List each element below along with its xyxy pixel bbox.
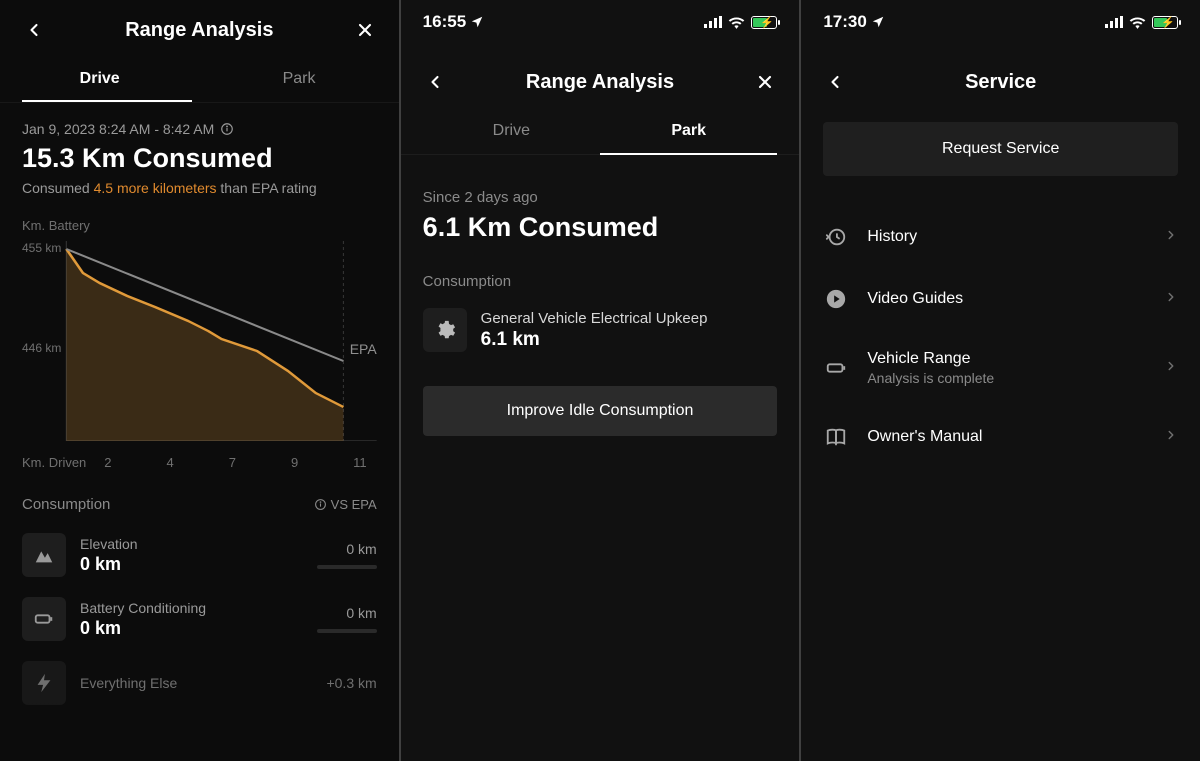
list-row-owners-manual[interactable]: Owner's Manual	[823, 406, 1178, 468]
chevron-right-icon	[1164, 290, 1178, 309]
page-title: Service	[965, 71, 1036, 94]
header: Range Analysis	[0, 0, 399, 56]
km-consumed: 15.3 Km Consumed	[22, 143, 377, 174]
book-icon	[823, 426, 849, 448]
tab-drive[interactable]: Drive	[0, 56, 199, 102]
screen-park-analysis: 16:55 ⚡ Range Analysis Drive Park	[401, 0, 802, 761]
status-bar: 16:55 ⚡	[401, 0, 800, 40]
x-axis-label: Km. Driven	[22, 455, 86, 470]
header: Range Analysis	[401, 40, 800, 108]
tab-underline	[22, 100, 192, 102]
trip-timestamp: Jan 9, 2023 8:24 AM - 8:42 AM	[22, 121, 377, 137]
list-row-video-guides[interactable]: Video Guides	[823, 268, 1178, 330]
close-icon	[355, 20, 375, 40]
y-tick-high: 455 km	[22, 241, 61, 255]
back-button[interactable]	[22, 18, 46, 42]
consumption-label: Consumption	[423, 273, 778, 290]
mountain-icon	[22, 533, 66, 577]
range-chart: 455 km 446 km EPA	[22, 241, 377, 441]
wifi-icon	[728, 16, 745, 29]
battery-icon	[823, 357, 849, 379]
battery-charging-icon: ⚡	[1152, 16, 1178, 29]
bottom-fade	[0, 701, 399, 761]
screen-drive-analysis: Range Analysis Drive Park Jan 9, 2023 8:…	[0, 0, 401, 761]
cellular-icon	[704, 16, 722, 28]
status-bar: 17:30 ⚡	[801, 0, 1200, 40]
tab-drive[interactable]: Drive	[423, 108, 600, 154]
chevron-left-icon	[425, 72, 445, 92]
info-icon	[314, 498, 327, 511]
chevron-left-icon	[825, 72, 845, 92]
consumption-row-electrical-upkeep[interactable]: General Vehicle Electrical Upkeep 6.1 km	[423, 308, 778, 352]
gear-icon	[423, 308, 467, 352]
location-icon	[470, 15, 484, 29]
request-service-button[interactable]: Request Service	[823, 122, 1178, 176]
km-consumed: 6.1 Km Consumed	[423, 212, 778, 243]
screen-service: 17:30 ⚡ Service Request Service His	[801, 0, 1200, 761]
consumption-header: Consumption VS EPA	[22, 496, 377, 513]
chevron-right-icon	[1164, 359, 1178, 378]
cellular-icon	[1105, 16, 1123, 28]
close-icon	[755, 72, 775, 92]
since-label: Since 2 days ago	[423, 189, 778, 206]
epa-annotation: EPA	[350, 341, 377, 357]
close-button[interactable]	[753, 70, 777, 94]
tab-park[interactable]: Park	[600, 108, 777, 154]
status-time: 16:55	[423, 12, 466, 32]
back-button[interactable]	[423, 70, 447, 94]
epa-bar	[317, 565, 377, 569]
vs-epa-summary: Consumed 4.5 more kilometers than EPA ra…	[22, 180, 377, 196]
list-row-history[interactable]: History	[823, 206, 1178, 268]
wifi-icon	[1129, 16, 1146, 29]
consumption-row-battery-conditioning[interactable]: Battery Conditioning 0 km 0 km	[22, 597, 377, 641]
chevron-right-icon	[1164, 228, 1178, 247]
page-title: Range Analysis	[125, 19, 273, 42]
epa-bar	[317, 629, 377, 633]
back-button[interactable]	[823, 70, 847, 94]
chevron-left-icon	[24, 20, 44, 40]
tabs: Drive Park	[0, 56, 399, 103]
location-icon	[871, 15, 885, 29]
improve-idle-button[interactable]: Improve Idle Consumption	[423, 386, 778, 436]
page-title: Range Analysis	[526, 71, 674, 94]
close-button[interactable]	[353, 18, 377, 42]
tab-underline	[600, 153, 777, 155]
battery-icon	[22, 597, 66, 641]
consumption-row-everything-else[interactable]: Everything Else +0.3 km	[22, 661, 377, 705]
consumption-row-elevation[interactable]: Elevation 0 km 0 km	[22, 533, 377, 577]
info-icon	[220, 122, 234, 136]
tab-park[interactable]: Park	[199, 56, 398, 102]
battery-charging-icon: ⚡	[751, 16, 777, 29]
bolt-icon	[22, 661, 66, 705]
play-icon	[823, 288, 849, 310]
chart-y-label: Km. Battery	[22, 218, 377, 233]
status-time: 17:30	[823, 12, 866, 32]
history-icon	[823, 226, 849, 248]
y-tick-low: 446 km	[22, 341, 61, 355]
header: Service	[801, 40, 1200, 108]
x-axis: Km. Driven 2 4 7 9 11	[22, 455, 377, 470]
list-row-vehicle-range[interactable]: Vehicle Range Analysis is complete	[823, 330, 1178, 406]
tabs: Drive Park	[401, 108, 800, 155]
chevron-right-icon	[1164, 428, 1178, 447]
